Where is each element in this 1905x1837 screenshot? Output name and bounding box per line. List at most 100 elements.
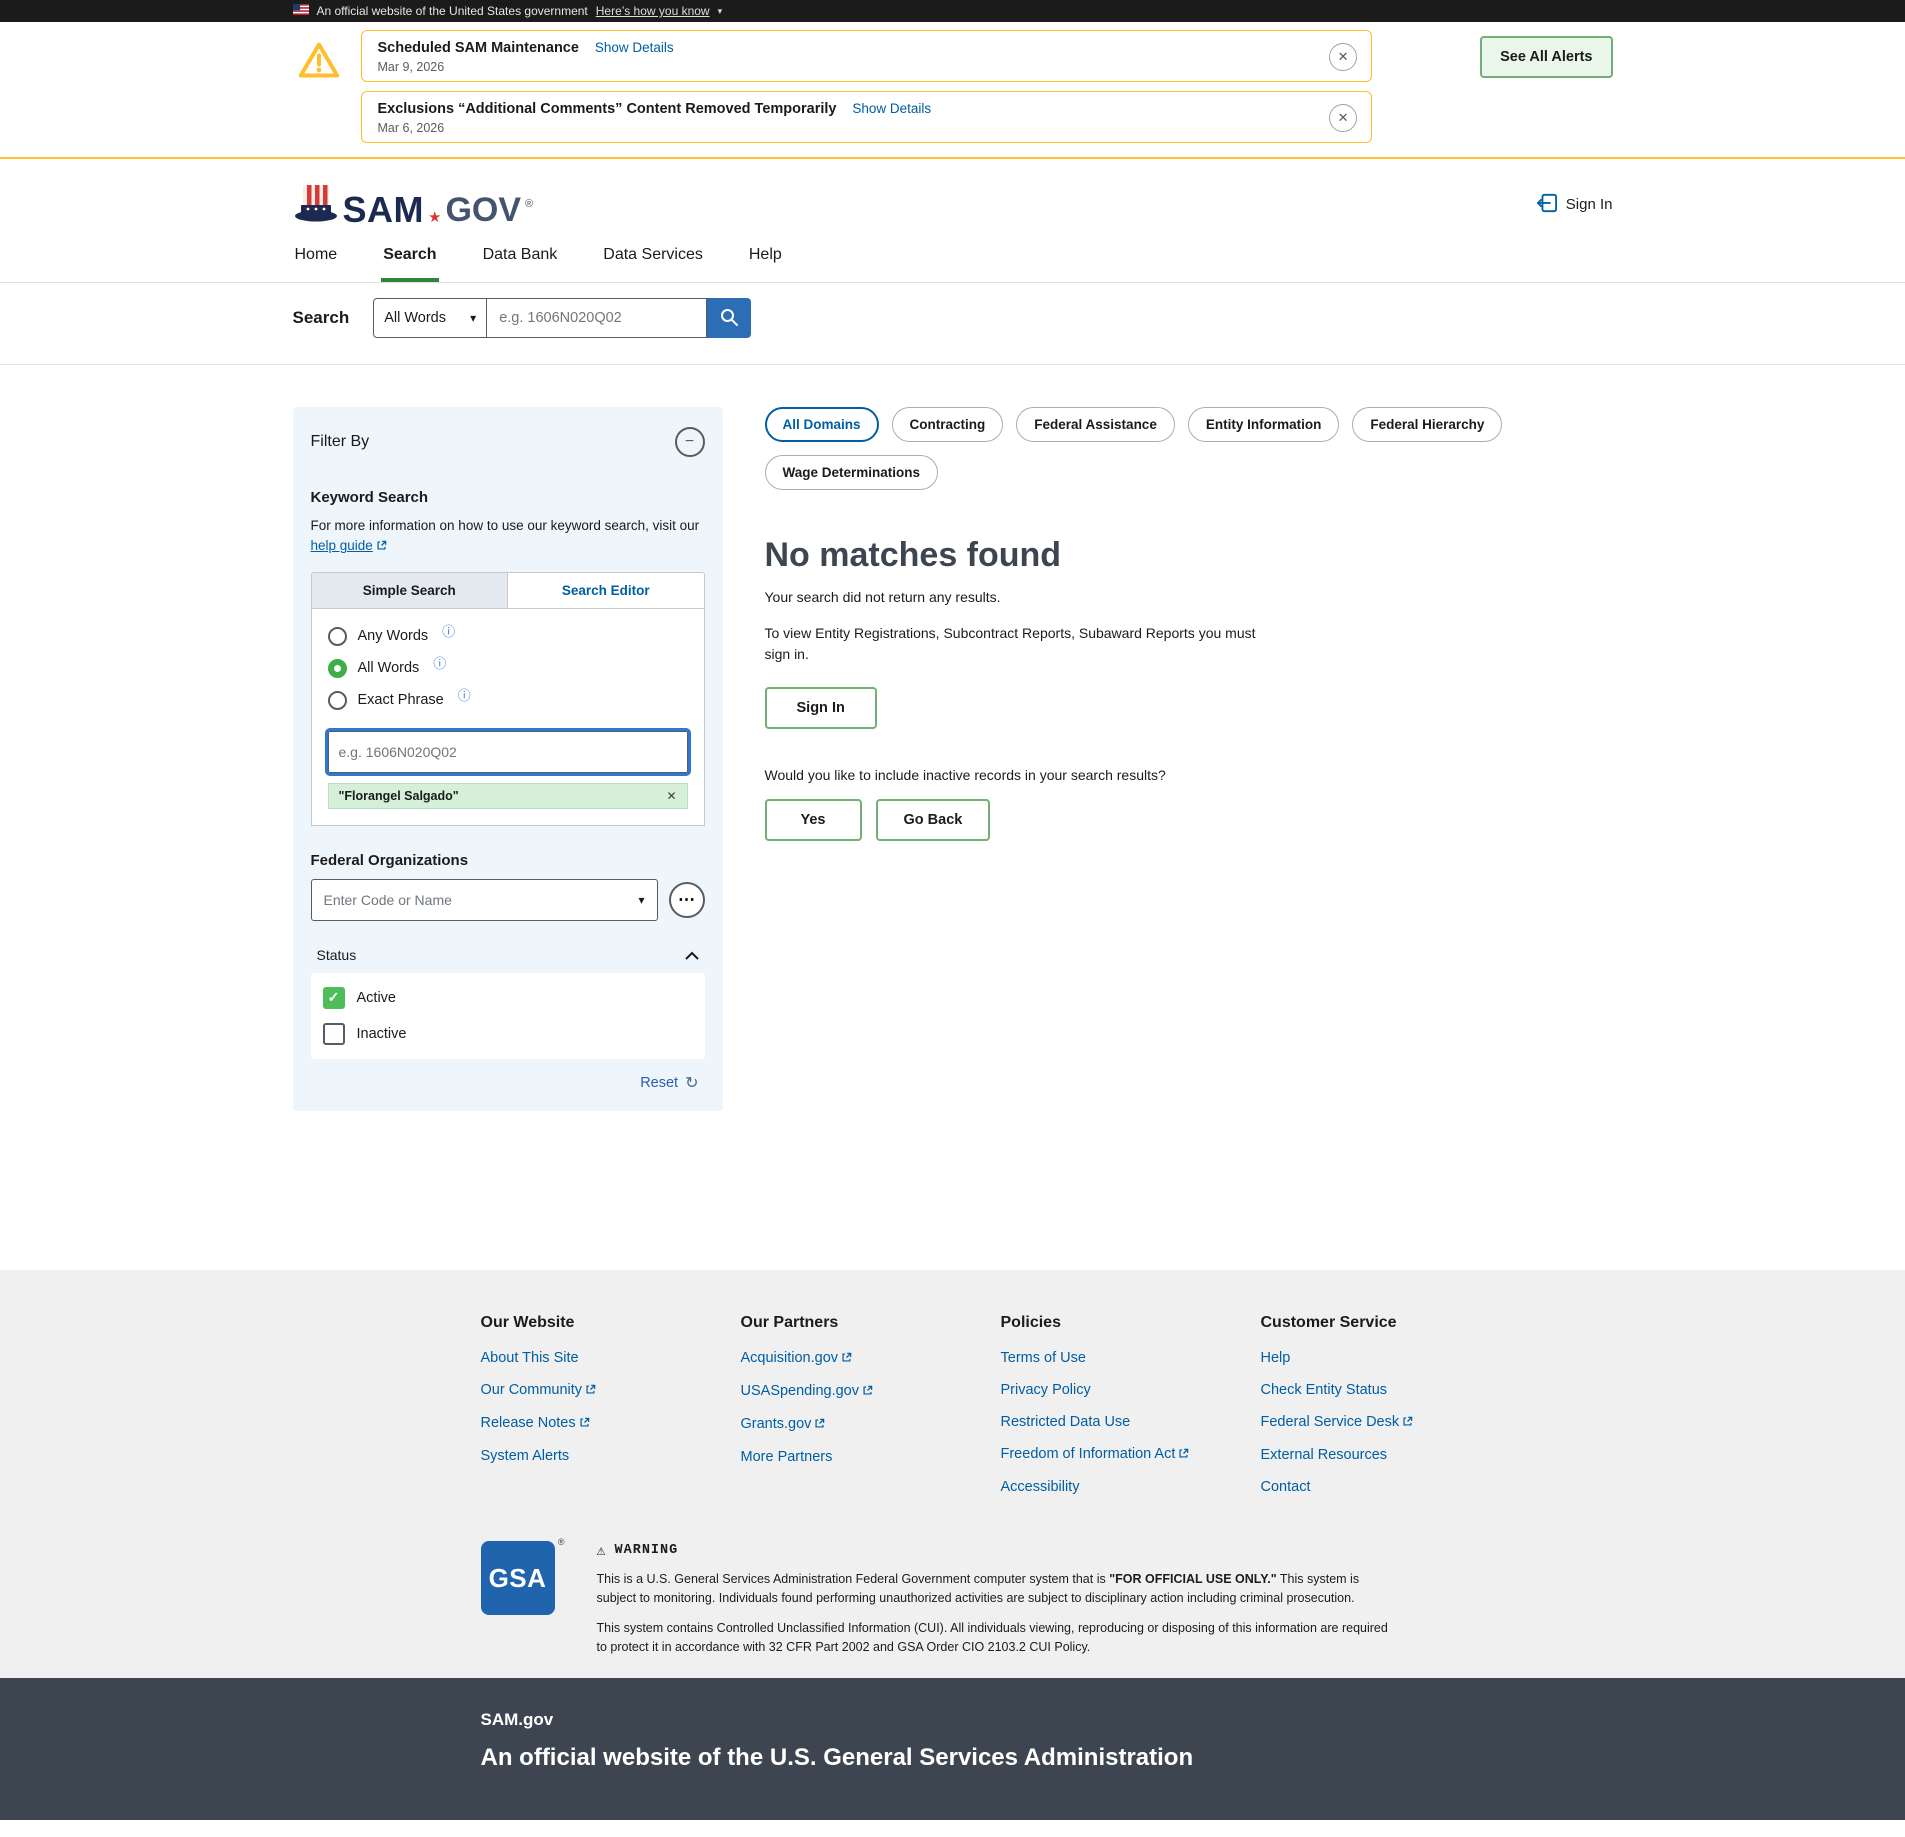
filter-by-title: Filter By: [311, 433, 370, 451]
search-type-value: All Words: [384, 310, 446, 326]
chevron-down-icon: ▾: [638, 893, 644, 907]
keyword-search-input[interactable]: [328, 731, 688, 773]
radio-button-selected: [328, 659, 347, 678]
federal-org-select[interactable]: Enter Code or Name ▾: [311, 879, 658, 921]
search-results-area: All Domains Contracting Federal Assistan…: [765, 407, 1613, 841]
alert-close-button[interactable]: ✕: [1329, 43, 1357, 71]
footer-link-acquisition-gov[interactable]: Acquisition.gov: [741, 1350, 1001, 1367]
footer-link-privacy-policy[interactable]: Privacy Policy: [1001, 1382, 1261, 1398]
domain-tab-federal-hierarchy[interactable]: Federal Hierarchy: [1352, 407, 1502, 442]
remove-keyword-tag-button[interactable]: ✕: [666, 789, 676, 803]
footer-link-label: Federal Service Desk: [1261, 1414, 1400, 1430]
search-button[interactable]: [707, 298, 751, 338]
gsa-logo[interactable]: GSA: [481, 1541, 555, 1615]
yes-button[interactable]: Yes: [765, 799, 862, 841]
alert-exclusions: Exclusions “Additional Comments” Content…: [361, 91, 1373, 143]
domain-tab-federal-assistance[interactable]: Federal Assistance: [1016, 407, 1175, 442]
keyword-search-title: Keyword Search: [311, 489, 705, 506]
info-icon[interactable]: ⓘ: [442, 621, 455, 640]
sign-in-button[interactable]: Sign In: [765, 687, 877, 729]
federal-organizations-title: Federal Organizations: [311, 852, 705, 869]
nav-item-data-services[interactable]: Data Services: [601, 238, 705, 282]
footer-link-more-partners[interactable]: More Partners: [741, 1449, 1001, 1465]
uncle-sam-hat-icon: [293, 183, 339, 226]
site-header: SAM ★ GOV ® Sign In Home Search Data Ban…: [0, 159, 1905, 283]
nav-item-help[interactable]: Help: [747, 238, 784, 282]
footer-column-policies: Policies Terms of Use Privacy Policy Res…: [1001, 1314, 1261, 1511]
status-section-toggle[interactable]: Status: [311, 937, 705, 973]
footer-link-release-notes[interactable]: Release Notes: [481, 1415, 741, 1432]
us-flag-icon: [293, 4, 309, 18]
see-all-alerts-button[interactable]: See All Alerts: [1480, 36, 1612, 78]
footer-link-external-resources[interactable]: External Resources: [1261, 1447, 1521, 1463]
footer-link-help[interactable]: Help: [1261, 1350, 1521, 1366]
global-search-input[interactable]: [487, 298, 707, 338]
refresh-icon: ↻: [685, 1073, 698, 1093]
footer-link-terms-of-use[interactable]: Terms of Use: [1001, 1350, 1261, 1366]
alert-close-button[interactable]: ✕: [1329, 104, 1357, 132]
help-guide-link[interactable]: help guide: [311, 538, 387, 553]
footer-link-our-community[interactable]: Our Community: [481, 1382, 741, 1399]
footer-link-label: USASpending.gov: [741, 1383, 860, 1399]
domain-tab-all-domains[interactable]: All Domains: [765, 407, 879, 442]
footer-link-foia[interactable]: Freedom of Information Act: [1001, 1446, 1261, 1463]
footer-link-about-this-site[interactable]: About This Site: [481, 1350, 741, 1366]
footer-column-title: Customer Service: [1261, 1314, 1521, 1332]
tab-search-editor[interactable]: Search Editor: [508, 572, 705, 608]
footer-link-usaspending-gov[interactable]: USASpending.gov: [741, 1383, 1001, 1400]
alert-title: Exclusions “Additional Comments” Content…: [378, 101, 837, 117]
checkbox-unchecked: [323, 1023, 345, 1045]
status-options: ✓ Active Inactive: [311, 973, 705, 1059]
sam-gov-logo[interactable]: SAM ★ GOV ®: [293, 183, 534, 226]
alert-show-details-link[interactable]: Show Details: [852, 101, 931, 116]
reset-filters-link[interactable]: Reset ↻: [640, 1073, 698, 1093]
footer-column-customer-service: Customer Service Help Check Entity Statu…: [1261, 1314, 1521, 1511]
status-active-checkbox[interactable]: ✓ Active: [323, 987, 693, 1009]
warning-paragraph-2: This system contains Controlled Unclassi…: [597, 1619, 1397, 1658]
sign-in-icon: [1536, 193, 1558, 217]
chevron-up-icon: [685, 947, 699, 963]
tab-simple-search[interactable]: Simple Search: [311, 572, 509, 608]
nav-item-data-bank[interactable]: Data Bank: [481, 238, 560, 282]
nav-item-home[interactable]: Home: [293, 238, 340, 282]
alert-show-details-link[interactable]: Show Details: [595, 40, 674, 55]
checkbox-label: Inactive: [357, 1026, 407, 1042]
check-icon: ✓: [328, 989, 340, 1006]
footer-site-name: SAM.gov: [481, 1710, 1613, 1730]
domain-tabs: All Domains Contracting Federal Assistan…: [765, 407, 1613, 490]
status-inactive-checkbox[interactable]: Inactive: [323, 1023, 693, 1045]
footer-link-restricted-data-use[interactable]: Restricted Data Use: [1001, 1414, 1261, 1430]
external-link-icon: [579, 1416, 590, 1432]
collapse-filters-button[interactable]: −: [675, 427, 705, 457]
domain-tab-wage-determinations[interactable]: Wage Determinations: [765, 455, 939, 490]
banner-text: An official website of the United States…: [317, 4, 588, 18]
footer-link-check-entity-status[interactable]: Check Entity Status: [1261, 1382, 1521, 1398]
search-type-select[interactable]: All Words ▾: [373, 298, 487, 338]
radio-all-words[interactable]: All Words ⓘ: [328, 659, 688, 678]
federal-org-more-button[interactable]: ⋯: [669, 882, 705, 918]
info-icon[interactable]: ⓘ: [458, 685, 471, 704]
external-link-icon: [814, 1417, 825, 1433]
footer-link-federal-service-desk[interactable]: Federal Service Desk: [1261, 1414, 1521, 1431]
header-sign-in[interactable]: Sign In: [1536, 193, 1613, 217]
footer-link-system-alerts[interactable]: System Alerts: [481, 1448, 741, 1464]
footer-link-grants-gov[interactable]: Grants.gov: [741, 1416, 1001, 1433]
search-bar-section: Search All Words ▾: [0, 283, 1905, 365]
external-link-icon: [862, 1384, 873, 1400]
logo-star-icon: ★: [428, 210, 441, 225]
domain-tab-entity-information[interactable]: Entity Information: [1188, 407, 1340, 442]
radio-any-words[interactable]: Any Words ⓘ: [328, 627, 688, 646]
alert-date: Mar 6, 2026: [378, 121, 932, 135]
nav-item-search[interactable]: Search: [381, 238, 438, 282]
info-icon[interactable]: ⓘ: [433, 653, 446, 672]
banner-how-you-know-link[interactable]: Here’s how you know: [596, 4, 710, 18]
radio-exact-phrase[interactable]: Exact Phrase ⓘ: [328, 691, 688, 710]
reset-label: Reset: [640, 1075, 678, 1091]
no-matches-heading: No matches found: [765, 536, 1613, 575]
footer-link-accessibility[interactable]: Accessibility: [1001, 1479, 1261, 1495]
close-icon: ✕: [1338, 111, 1349, 124]
domain-tab-contracting[interactable]: Contracting: [892, 407, 1004, 442]
footer-link-contact[interactable]: Contact: [1261, 1479, 1521, 1495]
registered-mark: ®: [558, 1537, 565, 1547]
go-back-button[interactable]: Go Back: [876, 799, 991, 841]
